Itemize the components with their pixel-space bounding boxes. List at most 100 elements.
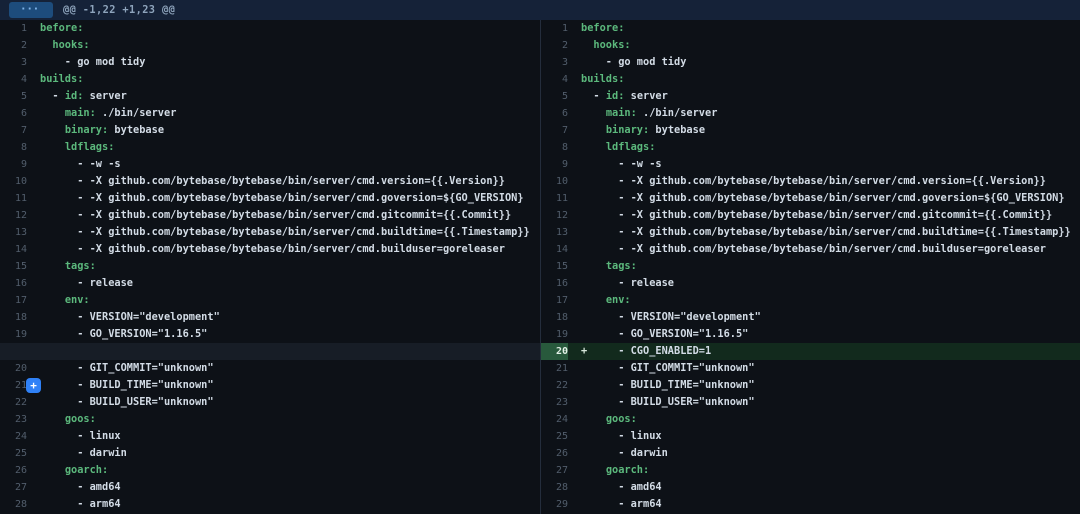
yaml-text: - -X github.com/bytebase/bytebase/bin/se…: [581, 243, 1046, 255]
code-line: before:: [568, 20, 1080, 37]
line-number: 7: [0, 122, 27, 139]
yaml-text: [40, 39, 52, 51]
yaml-text: - BUILD_TIME="unknown": [40, 379, 214, 391]
code-line: - arm64: [27, 496, 540, 513]
add-comment-button[interactable]: +: [26, 378, 41, 393]
yaml-key: builds:: [581, 73, 624, 85]
yaml-key: goos:: [606, 413, 637, 425]
line-number: 24: [0, 428, 27, 445]
code-line: - amd64: [27, 479, 540, 496]
yaml-key: ldflags:: [606, 141, 656, 153]
code-line: - go mod tidy: [27, 54, 540, 71]
expand-hunk-button[interactable]: ···: [9, 2, 53, 18]
kebab-dots-icon: ···: [22, 2, 41, 16]
line-number: 23: [0, 411, 27, 428]
code-line: - amd64: [568, 479, 1080, 496]
yaml-text: ./bin/server: [96, 107, 177, 119]
yaml-key: hooks:: [593, 39, 630, 51]
diff-line: 28 - amd64: [541, 479, 1080, 496]
yaml-text: - -w -s: [40, 158, 121, 170]
added-marker: +: [581, 343, 587, 360]
line-number: 23: [541, 394, 568, 411]
diff-line: 11 - -X github.com/bytebase/bytebase/bin…: [541, 190, 1080, 207]
line-number: 15: [0, 258, 27, 275]
line-number: 25: [0, 445, 27, 462]
code-line: - -X github.com/bytebase/bytebase/bin/se…: [27, 173, 540, 190]
diff-line: 27 goarch:: [541, 462, 1080, 479]
yaml-text: [581, 141, 606, 153]
code-line: - darwin: [568, 445, 1080, 462]
code-line: - release: [568, 275, 1080, 292]
yaml-key: before:: [40, 22, 83, 34]
diff-line: 21 - BUILD_TIME="unknown"+: [0, 377, 540, 394]
line-number: 2: [0, 37, 27, 54]
diff-line: 15 tags:: [541, 258, 1080, 275]
code-line: - id: server: [568, 88, 1080, 105]
diff-line: 12 - -X github.com/bytebase/bytebase/bin…: [0, 207, 540, 224]
line-number: 7: [541, 122, 568, 139]
line-number: 12: [541, 207, 568, 224]
diff-line: 16 - release: [0, 275, 540, 292]
line-number: 5: [541, 88, 568, 105]
line-number: 8: [0, 139, 27, 156]
diff-line: 26 goarch:: [0, 462, 540, 479]
yaml-text: bytebase: [649, 124, 705, 136]
yaml-text: - arm64: [581, 498, 662, 510]
diff-line: 13 - -X github.com/bytebase/bytebase/bin…: [541, 224, 1080, 241]
code-line: builds:: [27, 71, 540, 88]
diff-line: 18 - VERSION="development": [541, 309, 1080, 326]
line-number: 13: [541, 224, 568, 241]
yaml-key: builds:: [40, 73, 83, 85]
diff-line: 22 - BUILD_USER="unknown": [0, 394, 540, 411]
code-line: - id: server: [27, 88, 540, 105]
yaml-text: - go mod tidy: [581, 56, 686, 68]
line-number: 27: [0, 479, 27, 496]
yaml-text: ./bin/server: [637, 107, 718, 119]
diff-line: 5 - id: server: [0, 88, 540, 105]
code-line: before:: [27, 20, 540, 37]
yaml-text: [40, 294, 65, 306]
yaml-text: [40, 260, 65, 272]
line-number: 16: [541, 275, 568, 292]
code-line: - -X github.com/bytebase/bytebase/bin/se…: [568, 224, 1080, 241]
line-number: 29: [541, 496, 568, 513]
line-number: 11: [0, 190, 27, 207]
diff-line: 23 goos:: [0, 411, 540, 428]
yaml-text: - -X github.com/bytebase/bytebase/bin/se…: [581, 209, 1052, 221]
line-number: 15: [541, 258, 568, 275]
code-line: goarch:: [27, 462, 540, 479]
code-line: - BUILD_USER="unknown": [568, 394, 1080, 411]
line-number: 19: [0, 326, 27, 343]
line-number: 14: [541, 241, 568, 258]
line-number: 16: [0, 275, 27, 292]
code-line: - -X github.com/bytebase/bytebase/bin/se…: [27, 224, 540, 241]
diff-added-line: 20+ - CGO_ENABLED=1: [541, 343, 1080, 360]
line-number: 6: [0, 105, 27, 122]
yaml-text: -: [581, 90, 606, 102]
yaml-text: - -X github.com/bytebase/bytebase/bin/se…: [40, 226, 530, 238]
diff-line: 22 - BUILD_TIME="unknown": [541, 377, 1080, 394]
diff-filler-row: [0, 343, 540, 360]
diff-line: 7 binary: bytebase: [541, 122, 1080, 139]
code-line: - BUILD_TIME="unknown": [568, 377, 1080, 394]
code-line: ldflags:: [568, 139, 1080, 156]
yaml-key: main:: [65, 107, 96, 119]
line-number: 20: [0, 360, 27, 377]
split-diff-viewer: ··· @@ -1,22 +1,23 @@ 1before:2 hooks:3 …: [0, 0, 1080, 514]
yaml-text: - -w -s: [581, 158, 662, 170]
code-line: + - CGO_ENABLED=1: [568, 343, 1080, 360]
diff-line: 24 - linux: [0, 428, 540, 445]
code-line: hooks:: [568, 37, 1080, 54]
yaml-text: [40, 141, 65, 153]
yaml-text: - VERSION="development": [581, 311, 761, 323]
yaml-text: - -X github.com/bytebase/bytebase/bin/se…: [40, 175, 505, 187]
yaml-key: tags:: [606, 260, 637, 272]
code-line: - VERSION="development": [568, 309, 1080, 326]
yaml-key: env:: [606, 294, 631, 306]
yaml-text: [40, 464, 65, 476]
yaml-text: [40, 124, 65, 136]
line-number: 4: [0, 71, 27, 88]
code-line: - BUILD_TIME="unknown": [27, 377, 540, 394]
code-line: - -X github.com/bytebase/bytebase/bin/se…: [568, 207, 1080, 224]
yaml-text: server: [83, 90, 126, 102]
